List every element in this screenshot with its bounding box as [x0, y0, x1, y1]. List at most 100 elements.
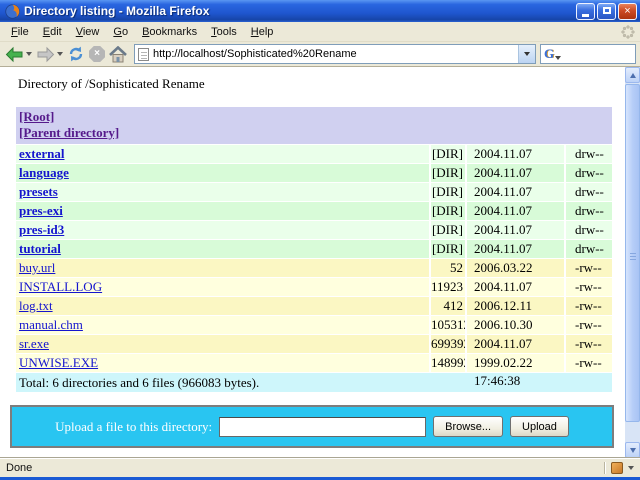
search-bar[interactable]: G — [540, 44, 636, 64]
vertical-scrollbar[interactable] — [625, 67, 640, 458]
menu-bookmarks[interactable]: Bookmarks — [135, 24, 204, 40]
name-cell: UNWISE.EXE — [16, 354, 429, 372]
reload-icon — [67, 45, 85, 63]
name-cell: language — [16, 164, 429, 182]
nav-link[interactable]: [Parent directory] — [19, 125, 612, 141]
stop-button[interactable]: × — [88, 45, 106, 63]
name-cell: pres-exi — [16, 202, 429, 220]
url-history-dropdown[interactable] — [518, 45, 535, 63]
date-cell: 2004.11.07 21:47:16 — [465, 221, 564, 239]
menu-go[interactable]: Go — [106, 24, 135, 40]
upload-file-input[interactable] — [219, 417, 426, 437]
close-button[interactable]: × — [618, 3, 637, 20]
firefox-icon — [5, 4, 20, 19]
directory-link[interactable]: pres-id3 — [19, 222, 64, 237]
menu-tools[interactable]: Tools — [204, 24, 244, 40]
name-cell: buy.url — [16, 259, 429, 277]
scrollbar-thumb[interactable] — [625, 84, 640, 422]
date-cell: 2004.11.07 21:47:16 — [465, 202, 564, 220]
size-cell: 105312 — [429, 316, 465, 334]
size-cell: 699392 — [429, 335, 465, 353]
scroll-down-button[interactable] — [625, 442, 640, 458]
browse-button[interactable]: Browse... — [433, 416, 503, 437]
size-cell: 52 — [429, 259, 465, 277]
upload-form: Upload a file to this directory: Browse.… — [10, 405, 614, 448]
google-logo-icon: G — [544, 47, 554, 61]
menu-view[interactable]: View — [69, 24, 107, 40]
table-row: manual.chm1053122006.10.30 11:50:46-rw-- — [16, 316, 612, 334]
status-separator — [604, 462, 605, 474]
url-bar[interactable] — [134, 44, 536, 64]
upload-label: Upload a file to this directory: — [55, 419, 212, 435]
forward-button[interactable] — [35, 45, 64, 64]
file-link[interactable]: manual.chm — [19, 317, 83, 332]
file-link[interactable]: INSTALL.LOG — [19, 279, 102, 294]
name-cell: tutorial — [16, 240, 429, 258]
directory-link[interactable]: language — [19, 165, 69, 180]
page-title: Directory of /Sophisticated Rename — [18, 76, 625, 92]
size-cell: [DIR] — [429, 202, 465, 220]
menu-file[interactable]: File — [4, 24, 36, 40]
table-row: language[DIR]2004.11.07 21:47:16drw-- — [16, 164, 612, 182]
name-cell: external — [16, 145, 429, 163]
attr-cell: drw-- — [564, 145, 612, 163]
upload-button[interactable]: Upload — [510, 416, 569, 437]
back-arrow-icon — [5, 46, 24, 63]
reload-button[interactable] — [66, 44, 86, 64]
table-row: pres-exi [DIR]2004.11.07 21:47:16drw-- — [16, 202, 612, 220]
date-cell: 2004.11.07 21:47:16 — [465, 145, 564, 163]
browser-content: Directory of /Sophisticated Rename [Root… — [0, 67, 625, 458]
file-link[interactable]: buy.url — [19, 260, 55, 275]
scroll-up-button[interactable] — [625, 67, 640, 83]
file-link[interactable]: UNWISE.EXE — [19, 355, 98, 370]
table-row: tutorial[DIR]2004.11.07 21:47:16drw-- — [16, 240, 612, 258]
home-icon — [109, 46, 127, 63]
throbber-icon — [620, 24, 636, 40]
size-cell: [DIR] — [429, 145, 465, 163]
status-dropdown-icon[interactable] — [628, 466, 634, 470]
menu-edit[interactable]: Edit — [36, 24, 69, 40]
nav-link[interactable]: [Root] — [19, 109, 612, 125]
date-cell: 2006.10.30 11:50:46 — [465, 316, 564, 334]
directory-link[interactable]: presets — [19, 184, 58, 199]
attr-cell: -rw-- — [564, 354, 612, 372]
back-dropdown-icon[interactable] — [26, 52, 32, 56]
status-bar: Done — [0, 458, 640, 477]
back-button[interactable] — [4, 45, 33, 64]
attr-cell: -rw-- — [564, 335, 612, 353]
home-button[interactable] — [108, 45, 128, 64]
attr-cell: drw-- — [564, 183, 612, 201]
size-cell: 148992 — [429, 354, 465, 372]
extension-status-icon[interactable] — [611, 462, 623, 474]
menu-help[interactable]: Help — [244, 24, 281, 40]
attr-cell: drw-- — [564, 202, 612, 220]
name-cell: manual.chm — [16, 316, 429, 334]
size-cell: 412 — [429, 297, 465, 315]
table-row: buy.url522006.03.22 11:09:24-rw-- — [16, 259, 612, 277]
name-cell: log.txt — [16, 297, 429, 315]
file-link[interactable]: log.txt — [19, 298, 53, 313]
table-row: pres-id3[DIR]2004.11.07 21:47:16drw-- — [16, 221, 612, 239]
attr-cell: drw-- — [564, 164, 612, 182]
total-row: Total: 6 directories and 6 files (966083… — [16, 373, 612, 392]
search-engine-dropdown-icon[interactable] — [555, 56, 561, 60]
directory-listing: [Root][Parent directory] external[DIR]20… — [16, 107, 612, 392]
table-row: UNWISE.EXE1489921999.02.22 17:46:38-rw-- — [16, 354, 612, 372]
table-row: presets[DIR]2004.11.07 21:47:16drw-- — [16, 183, 612, 201]
restore-button[interactable] — [597, 3, 616, 20]
page-favicon-icon — [138, 48, 149, 61]
name-cell: sr.exe — [16, 335, 429, 353]
directory-link[interactable]: tutorial — [19, 241, 61, 256]
file-link[interactable]: sr.exe — [19, 336, 49, 351]
name-cell: pres-id3 — [16, 221, 429, 239]
name-cell: presets — [16, 183, 429, 201]
status-text: Done — [6, 462, 604, 474]
minimize-button[interactable] — [576, 3, 595, 20]
directory-link[interactable]: external — [19, 146, 64, 161]
directory-link[interactable]: pres-exi — [19, 203, 63, 218]
forward-dropdown-icon[interactable] — [57, 52, 63, 56]
url-input[interactable] — [149, 46, 518, 62]
attr-cell: drw-- — [564, 221, 612, 239]
nav-block: [Root][Parent directory] — [16, 107, 612, 144]
attr-cell: -rw-- — [564, 297, 612, 315]
